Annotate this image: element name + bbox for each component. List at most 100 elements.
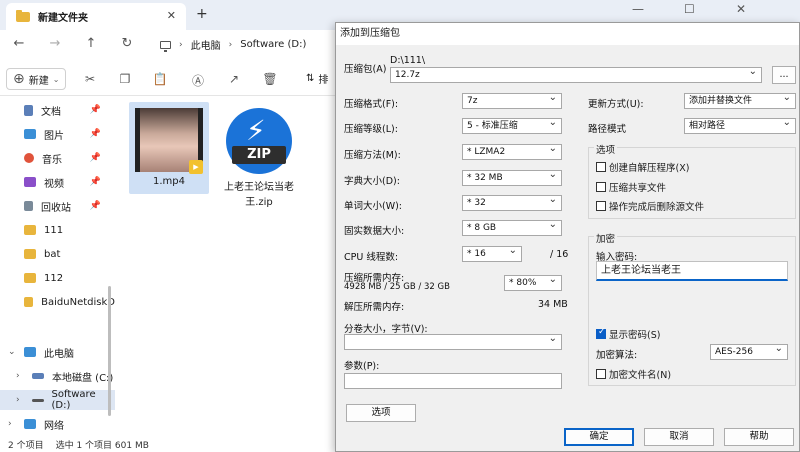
method-label: 压缩方法(M):	[344, 150, 401, 161]
cut-icon[interactable]: ✂	[82, 72, 98, 86]
tab-close-icon[interactable]: ✕	[167, 9, 176, 22]
cpu-threads-select[interactable]: * 16	[462, 246, 522, 262]
sidebar-item-music[interactable]: 音乐 📌	[0, 148, 115, 168]
computer-icon	[24, 347, 36, 357]
method-select[interactable]: * LZMA2	[462, 144, 562, 160]
sidebar-item-label: 网络	[44, 420, 64, 432]
ok-button[interactable]: 确定	[564, 428, 634, 446]
maximize-icon[interactable]: ☐	[684, 2, 695, 16]
sidebar-scrollbar[interactable]	[108, 286, 111, 416]
sort-button[interactable]: ⇅ 排	[306, 71, 328, 86]
folder-icon	[16, 9, 30, 22]
share-icon[interactable]: ↗	[226, 72, 242, 86]
encryption-method-select[interactable]: AES-256	[710, 344, 788, 360]
minimize-icon[interactable]: —	[632, 2, 644, 16]
format-label: 压缩格式(F):	[344, 99, 399, 110]
options-button[interactable]: 选项	[346, 404, 416, 422]
browse-button[interactable]: ...	[772, 66, 796, 84]
copy-icon[interactable]: ❐	[117, 72, 133, 86]
sidebar-item-label: 文档	[41, 106, 61, 118]
password-input[interactable]: 上老王论坛当老王	[596, 261, 788, 281]
refresh-icon[interactable]: ↻	[118, 36, 136, 51]
address-bar[interactable]: › 此电脑 › Software (D:)	[152, 33, 335, 56]
dictionary-select[interactable]: * 32 MB	[462, 170, 562, 186]
chevron-right-icon[interactable]: ›	[16, 371, 20, 381]
level-select[interactable]: 5 - 标准压缩	[462, 118, 562, 134]
sidebar-item-drive-d[interactable]: › Software (D:)	[0, 389, 115, 411]
checkbox-icon	[596, 162, 606, 172]
pictures-icon	[24, 129, 36, 139]
breadcrumb-separator-icon: ›	[228, 39, 233, 50]
sidebar-item-this-pc[interactable]: ⌄ 此电脑	[0, 342, 115, 362]
new-button[interactable]: ⊕ 新建 ⌄	[6, 68, 67, 90]
solid-size-select[interactable]: * 8 GB	[462, 220, 562, 236]
sidebar-item-network[interactable]: › 网络	[0, 414, 115, 434]
breadcrumb-drive-d[interactable]: Software (D:)	[240, 39, 306, 50]
parameters-label: 参数(P):	[344, 361, 380, 372]
file-item-mp4[interactable]: ▶ 1.mp4	[129, 102, 209, 194]
sidebar-item-baidunetdisk[interactable]: BaiduNetdiskD	[0, 292, 115, 312]
memory-usage-value: * 80%	[509, 278, 537, 288]
pin-icon: 📌	[89, 153, 101, 163]
videos-icon	[24, 177, 36, 187]
sidebar-item-folder-bat[interactable]: bat	[0, 244, 115, 264]
level-value: 5 - 标准压缩	[467, 121, 518, 131]
archive-name-combo[interactable]: 12.7z	[390, 67, 762, 83]
recycle-bin-icon	[24, 201, 33, 211]
encrypt-names-label: 加密文件名(N)	[609, 370, 672, 381]
encrypt-names-checkbox[interactable]: 加密文件名(N)	[596, 367, 671, 381]
encryption-method-value: AES-256	[715, 347, 753, 357]
compress-shared-checkbox[interactable]: 压缩共享文件	[596, 180, 666, 194]
path-mode-label: 路径模式	[588, 124, 627, 135]
archive-name-value: 12.7z	[395, 70, 420, 80]
sidebar-item-videos[interactable]: 视频 📌	[0, 172, 115, 192]
sidebar-item-label: 本地磁盘 (C:)	[52, 372, 114, 384]
sidebar-item-folder-111[interactable]: 111	[0, 220, 115, 240]
paste-icon[interactable]: 📋	[152, 72, 168, 86]
delete-after-checkbox[interactable]: 操作完成后删除源文件	[596, 199, 704, 213]
chevron-down-icon: ⌄	[52, 74, 60, 84]
dialog-title-bar: 添加到压缩包	[336, 23, 799, 45]
delete-icon[interactable]: 🗑	[262, 72, 278, 86]
show-password-checkbox[interactable]: 显示密码(S)	[596, 327, 660, 341]
help-button[interactable]: 帮助	[724, 428, 794, 446]
add-to-archive-dialog: 添加到压缩包 压缩包(A) D:\111\ 12.7z ... 压缩格式(F):…	[335, 22, 800, 452]
word-size-label: 单词大小(W):	[344, 201, 403, 212]
rename-icon[interactable]: Ⓐ	[190, 72, 206, 89]
update-mode-select[interactable]: 添加并替换文件	[684, 93, 796, 109]
up-icon[interactable]: ↑	[82, 36, 100, 51]
path-mode-select[interactable]: 相对路径	[684, 118, 796, 134]
chevron-right-icon[interactable]: ›	[8, 419, 12, 429]
format-select[interactable]: 7z	[462, 93, 562, 109]
sidebar-item-drive-c[interactable]: › 本地磁盘 (C:)	[0, 366, 115, 386]
chevron-right-icon[interactable]: ›	[16, 395, 20, 405]
sidebar-item-folder-112[interactable]: 112	[0, 268, 115, 288]
split-volume-combo[interactable]	[344, 334, 562, 350]
navigation-bar: ← → ↑ ↻ › 此电脑 › Software (D:)	[0, 30, 335, 60]
file-name: 上老王论坛当老王.zip	[224, 182, 294, 208]
new-tab-icon[interactable]: +	[196, 6, 208, 22]
memory-usage-select[interactable]: * 80%	[504, 275, 562, 291]
breadcrumb-this-pc[interactable]: 此电脑	[191, 37, 221, 52]
plus-icon: ⊕	[13, 71, 25, 87]
pin-icon: 📌	[89, 177, 101, 187]
navigation-pane: 文档 📌 图片 📌 音乐 📌 视频 📌 回收站 📌 111 bat 112 Ba…	[0, 96, 115, 436]
sidebar-item-documents[interactable]: 文档 📌	[0, 100, 115, 120]
create-sfx-label: 创建自解压程序(X)	[609, 163, 690, 174]
create-sfx-checkbox[interactable]: 创建自解压程序(X)	[596, 160, 689, 174]
file-name: 1.mp4	[153, 176, 185, 187]
forward-icon[interactable]: →	[46, 36, 64, 51]
sidebar-item-recycle-bin[interactable]: 回收站 📌	[0, 196, 115, 216]
word-size-select[interactable]: * 32	[462, 195, 562, 211]
sidebar-item-label: 回收站	[41, 202, 71, 214]
tab-new-folder[interactable]: 新建文件夹 ✕	[6, 3, 186, 30]
split-volume-label: 分卷大小，字节(V):	[344, 324, 428, 335]
parameters-input[interactable]	[344, 373, 562, 389]
back-icon[interactable]: ←	[10, 36, 28, 51]
sidebar-item-pictures[interactable]: 图片 📌	[0, 124, 115, 144]
chevron-down-icon[interactable]: ⌄	[8, 347, 16, 357]
file-item-zip[interactable]: ⚡ ZIP 上老王论坛当老王.zip	[219, 102, 299, 208]
cancel-button[interactable]: 取消	[644, 428, 714, 446]
window-close-icon[interactable]: ✕	[736, 2, 746, 16]
checkbox-icon	[596, 182, 606, 192]
